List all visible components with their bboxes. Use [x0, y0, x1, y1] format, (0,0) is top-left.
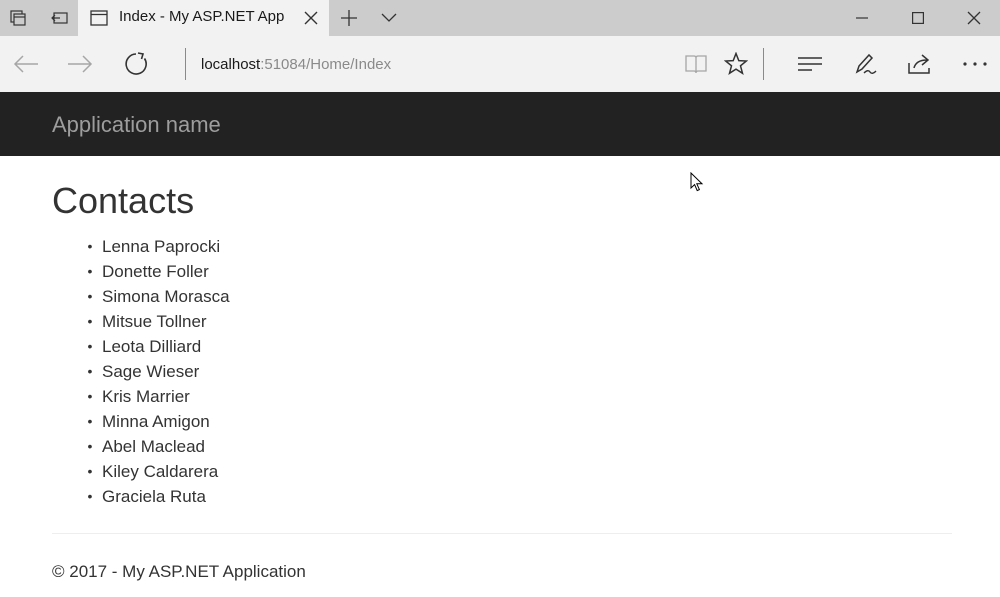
list-item: • Minna Amigon [52, 409, 230, 434]
hub-icon[interactable] [790, 44, 830, 84]
contact-name: Sage Wieser [102, 362, 200, 381]
list-item: • Donette Foller [52, 259, 230, 284]
browser-toolbar: localhost:51084/Home/Index [0, 36, 1000, 92]
bullet: • [87, 263, 93, 279]
tab-title: Index - My ASP.NET App [119, 8, 285, 25]
contact-name: Kiley Caldarera [102, 462, 219, 481]
bullet: • [87, 463, 93, 479]
tab-manager-icon[interactable] [0, 0, 36, 36]
brand-link[interactable]: Application name [52, 112, 221, 138]
address-field[interactable]: localhost:51084/Home/Index [201, 56, 391, 73]
bullet: • [87, 363, 93, 379]
list-item: • Leota Dilliard [52, 334, 230, 359]
bullet: • [87, 438, 93, 454]
list-item: • Abel Maclead [52, 434, 230, 459]
list-item: • Kris Marrier [52, 384, 230, 409]
browser-titlebar: Index - My ASP.NET App [0, 0, 1000, 36]
close-tab-icon[interactable] [301, 8, 321, 28]
reading-view-icon[interactable] [676, 44, 716, 84]
maximize-button[interactable] [890, 0, 946, 36]
refresh-icon[interactable] [116, 44, 156, 84]
share-icon[interactable] [900, 44, 940, 84]
bullet: • [87, 388, 93, 404]
minimize-button[interactable] [834, 0, 890, 36]
footer-divider [52, 533, 952, 534]
contact-name: Abel Maclead [102, 437, 206, 456]
bullet: • [87, 288, 93, 304]
url-host: localhost [201, 56, 261, 73]
url-path: :51084/Home/Index [260, 56, 392, 73]
set-aside-tabs-icon[interactable] [42, 0, 78, 36]
back-arrow-icon[interactable] [6, 44, 46, 84]
tab-preview-chevron-icon[interactable] [371, 0, 407, 36]
list-item: • Simona Morasca [52, 284, 230, 309]
contact-name: Lenna Paprocki [102, 237, 221, 256]
more-options-icon[interactable] [955, 44, 995, 84]
contact-name: Mitsue Tollner [102, 312, 207, 331]
contact-name: Kris Marrier [102, 387, 190, 406]
bullet: • [87, 338, 93, 354]
list-item: • Mitsue Tollner [52, 309, 230, 334]
bullet: • [87, 413, 93, 429]
list-item: • Kiley Caldarera [52, 459, 230, 484]
contact-name: Simona Morasca [102, 287, 230, 306]
contact-name: Leota Dilliard [102, 337, 202, 356]
footer-text: © 2017 - My ASP.NET Application [52, 562, 306, 581]
page-title: Contacts [52, 180, 195, 221]
browser-tab[interactable]: Index - My ASP.NET App [78, 0, 329, 36]
contacts-list: • Lenna Paprocki • Donette Foller • Simona … [52, 234, 230, 509]
list-item: • Sage Wieser [52, 359, 230, 384]
divider [185, 48, 186, 80]
contact-name: Minna Amigon [102, 412, 210, 431]
page-icon [90, 10, 108, 31]
mouse-cursor-icon [690, 171, 704, 192]
bullet: • [87, 313, 93, 329]
contact-name: Donette Foller [102, 262, 209, 281]
forward-arrow-icon[interactable] [60, 44, 100, 84]
bullet: • [87, 488, 93, 504]
divider [763, 48, 764, 80]
favorite-star-icon[interactable] [716, 44, 756, 84]
list-item: • Graciela Ruta [52, 484, 230, 509]
web-note-pen-icon[interactable] [846, 44, 886, 84]
new-tab-icon[interactable] [331, 0, 367, 36]
contact-name: Graciela Ruta [102, 487, 206, 506]
list-item: • Lenna Paprocki [52, 234, 230, 259]
close-window-button[interactable] [946, 0, 1000, 36]
bullet: • [87, 238, 93, 254]
app-navbar: Application name [0, 92, 1000, 156]
